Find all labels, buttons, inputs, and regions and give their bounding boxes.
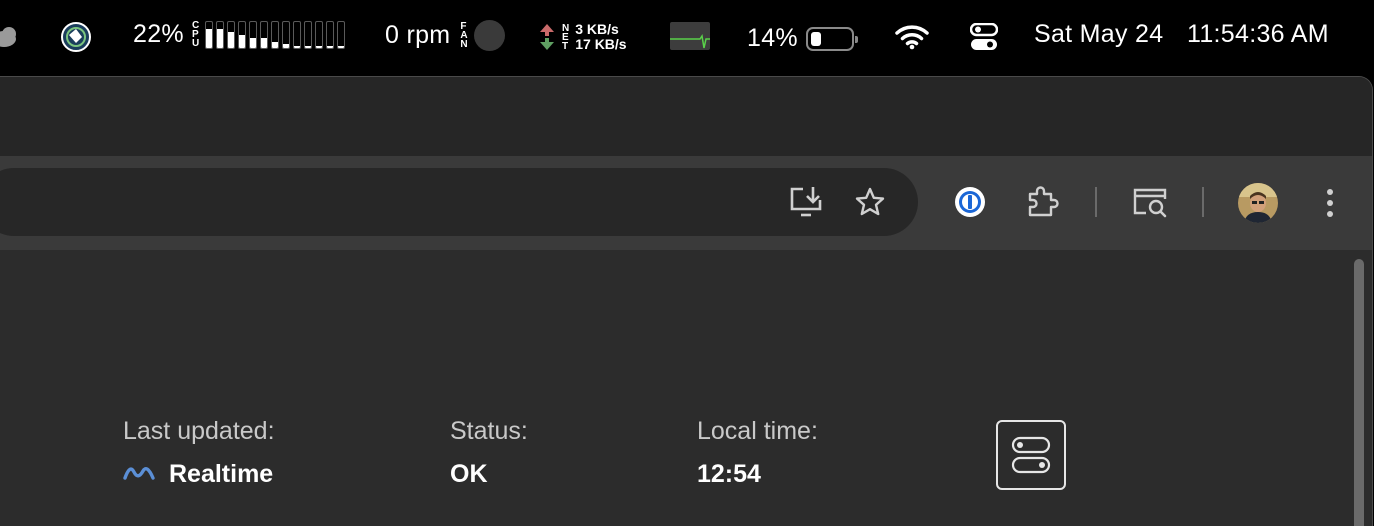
app-globe-icon[interactable] <box>60 21 92 53</box>
battery-level <box>810 31 822 46</box>
download-speed: 17 KB/s <box>575 36 627 52</box>
address-bar[interactable] <box>0 168 918 236</box>
toolbar-separator <box>1202 187 1204 217</box>
cpu-core-bar <box>238 20 247 49</box>
local-time-value: 12:54 <box>697 460 761 488</box>
cpu-core-bar <box>293 20 302 49</box>
settings-toggle-button[interactable] <box>996 420 1066 490</box>
fan-rpm: 0 rpm <box>385 21 451 49</box>
tab-strip[interactable] <box>0 77 1372 156</box>
cpu-core-bar <box>249 20 258 49</box>
network-label: N E T <box>562 23 569 52</box>
wifi-icon[interactable] <box>895 24 929 50</box>
cpu-core-bar <box>227 20 236 49</box>
browser-window: Last updated: Realtime Status: OK Local … <box>0 76 1373 526</box>
fan-indicator-icon[interactable] <box>473 20 505 51</box>
toggle-switches-icon <box>1011 436 1051 474</box>
network-arrows-icon <box>540 24 554 50</box>
fan-label-letter: N <box>460 39 468 50</box>
password-manager-icon[interactable] <box>953 185 987 219</box>
status-label: Status: <box>450 417 528 445</box>
last-updated-text: Realtime <box>169 460 274 488</box>
network-speeds[interactable]: 3 KB/s 17 KB/s <box>575 22 626 52</box>
vertical-scrollbar[interactable] <box>1354 259 1364 526</box>
extensions-icon[interactable] <box>1025 184 1061 220</box>
search-tab-icon[interactable] <box>1131 184 1171 220</box>
cpu-label: C P U <box>191 21 200 49</box>
net-label-letter: T <box>562 40 569 52</box>
browser-toolbar <box>0 156 1372 250</box>
cpu-core-bar <box>326 20 335 49</box>
cpu-core-bar <box>304 20 313 49</box>
cpu-core-bar <box>282 20 291 49</box>
fan-label: F A N <box>460 22 468 50</box>
install-app-icon[interactable] <box>788 184 824 220</box>
profile-avatar[interactable] <box>1238 183 1278 223</box>
cpu-core-bar <box>337 20 346 49</box>
control-center-icon[interactable] <box>970 23 998 51</box>
cpu-core-bar <box>260 20 269 49</box>
bookmark-star-icon[interactable] <box>853 185 887 219</box>
cpu-core-bar <box>271 20 280 49</box>
menu-bar: 22% C P U 0 rpm F A N N E T 3 KB/s 17 KB… <box>0 0 1374 74</box>
last-updated-label: Last updated: <box>123 417 275 445</box>
realtime-wave-icon <box>123 460 155 489</box>
menubar-date[interactable]: Sat May 24 <box>1034 20 1163 49</box>
weather-cloud-icon[interactable] <box>0 24 20 48</box>
last-updated-value: Realtime <box>123 460 273 489</box>
status-value: OK <box>450 460 488 488</box>
cpu-core-bar <box>315 20 324 49</box>
toolbar-separator <box>1095 187 1097 217</box>
menubar-time[interactable]: 11:54:36 AM <box>1187 20 1329 49</box>
cpu-core-bar <box>216 20 225 49</box>
activity-graph-icon[interactable] <box>670 22 710 50</box>
cpu-percent: 22% <box>133 20 184 48</box>
local-time-label: Local time: <box>697 417 818 445</box>
cpu-core-bars[interactable] <box>205 20 346 49</box>
more-menu-icon[interactable] <box>1318 186 1342 220</box>
battery-icon[interactable] <box>805 26 858 51</box>
cpu-label-letter: U <box>191 38 200 49</box>
upload-speed: 3 KB/s <box>575 21 619 37</box>
cpu-core-bar <box>205 20 214 49</box>
battery-percent: 14% <box>747 24 798 52</box>
